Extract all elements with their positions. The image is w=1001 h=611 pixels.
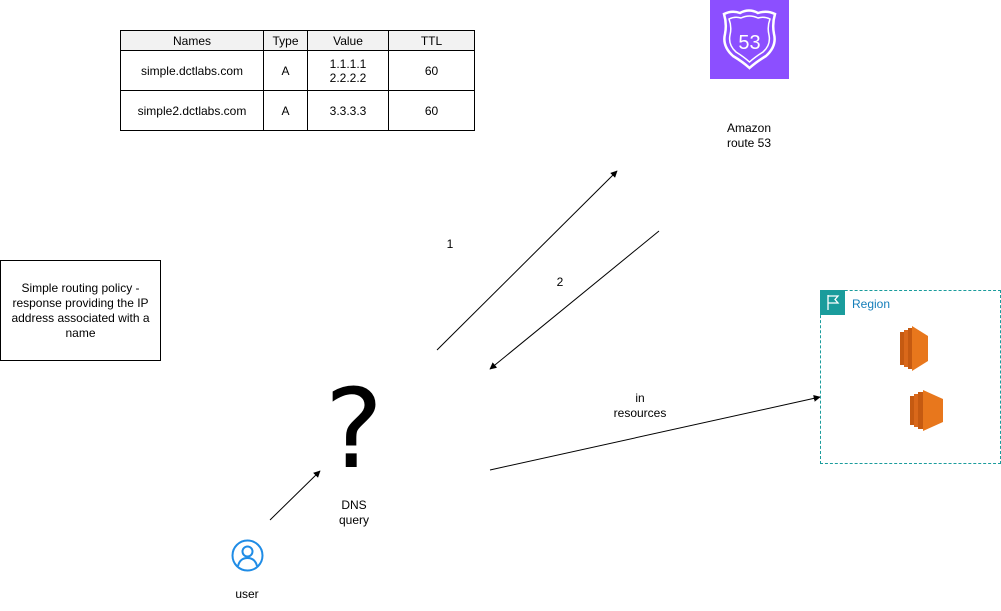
region-group (820, 290, 1001, 464)
region-flag-icon (820, 290, 845, 315)
record-value: 1.1.1.1 2.2.2.2 (307, 50, 389, 91)
arrow-route53-to-query (489, 230, 660, 370)
record-name: simple.dctlabs.com (120, 50, 264, 91)
ec2-slab (900, 332, 904, 365)
table-header-row: Names Type Value TTL (120, 30, 475, 51)
question-mark-icon: ? (324, 365, 384, 493)
dns-query-label-line: query (338, 513, 370, 527)
dns-query-label: DNS query (314, 498, 394, 528)
route53-label: Amazon route 53 (709, 121, 789, 151)
record-value-line: 3.3.3.3 (329, 103, 367, 118)
column-header-value: Value (307, 30, 389, 51)
ec2-slab (904, 330, 908, 367)
record-value-line: 1.1.1.1 (329, 56, 367, 71)
route53-label-line: route 53 (726, 136, 772, 150)
resources-label-line: resources (613, 406, 667, 420)
ec2-slab (914, 394, 918, 427)
ec2-front (923, 390, 943, 431)
resources-label-line: in (635, 391, 645, 405)
step-2-label: 2 (556, 275, 564, 289)
ec2-slab (908, 328, 912, 369)
ec2-slab (910, 396, 914, 425)
route53-number: 53 (738, 32, 760, 54)
ec2-instance-icon (900, 326, 928, 371)
route53-icon: 53 (710, 0, 789, 79)
table-row: simple.dctlabs.com A 1.1.1.1 2.2.2.2 60 (120, 50, 475, 91)
resources-label: in resources (600, 391, 680, 421)
arrow-query-to-route53 (436, 170, 618, 351)
record-name: simple2.dctlabs.com (120, 90, 264, 131)
region-flag-shape (827, 295, 840, 310)
record-value: 3.3.3.3 (307, 90, 389, 131)
record-type: A (263, 90, 308, 131)
routing-policy-note: Simple routing policy - response providi… (0, 260, 161, 361)
column-header-names: Names (120, 30, 264, 51)
ec2-slab (918, 392, 923, 429)
route53-label-line: Amazon (726, 121, 772, 135)
ec2-front (912, 326, 928, 371)
user-icon (231, 539, 264, 572)
routing-policy-text: Simple routing policy - response providi… (11, 280, 150, 340)
dns-query-label-line: DNS (341, 498, 367, 512)
arrow-user-to-query (269, 470, 321, 521)
column-header-ttl: TTL (388, 30, 475, 51)
dns-records-table: Names Type Value TTL simple.dctlabs.com … (120, 30, 475, 131)
region-title: Region (852, 297, 891, 311)
table-row: simple2.dctlabs.com A 3.3.3.3 60 (120, 90, 475, 131)
user-icon-body (237, 556, 258, 567)
record-ttl: 60 (388, 50, 475, 91)
user-icon-head (241, 545, 254, 558)
record-value-line: 2.2.2.2 (329, 70, 367, 85)
record-type: A (263, 50, 308, 91)
record-ttl: 60 (388, 90, 475, 131)
user-label: user (235, 587, 259, 601)
column-header-type: Type (263, 30, 308, 51)
ec2-instance-icon (910, 390, 943, 431)
step-1-label: 1 (446, 237, 454, 251)
